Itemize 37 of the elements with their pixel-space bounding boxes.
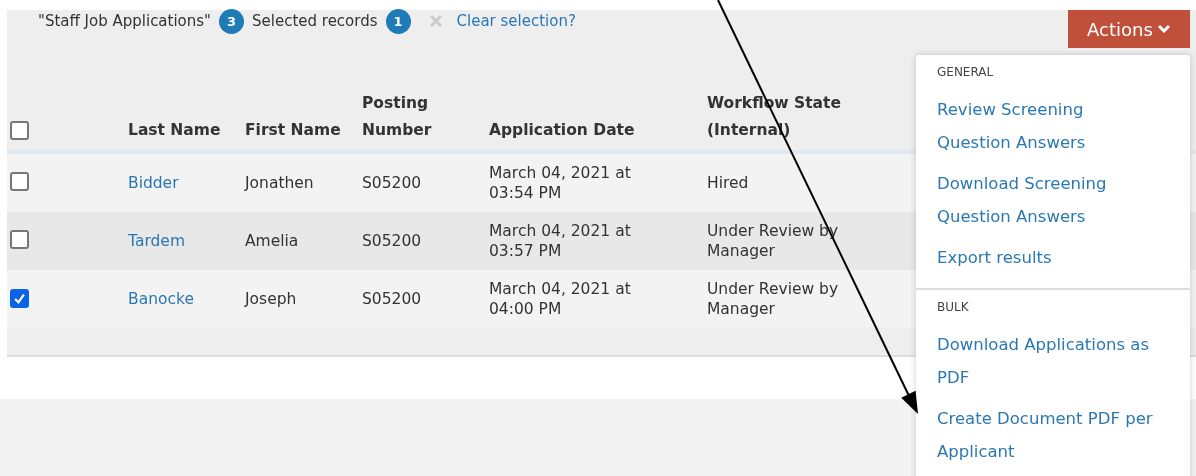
table-cell-text: S05200 bbox=[362, 173, 423, 193]
table-cell-text: Amelia bbox=[245, 231, 300, 251]
column-header[interactable]: First Name bbox=[245, 117, 362, 144]
row-checkbox[interactable] bbox=[10, 289, 29, 308]
menu-heading: BULK bbox=[937, 300, 970, 314]
table-cell-text: Joseph bbox=[245, 289, 298, 309]
menu-item[interactable]: Download Screening Question Answers bbox=[937, 167, 1155, 233]
list-name: "Staff Job Applications" bbox=[38, 12, 211, 30]
menu-item[interactable]: Create Document PDF per Applicant bbox=[937, 402, 1155, 468]
table-cell-text: Hired bbox=[707, 173, 750, 193]
table-cell-text: March 04, 2021 at 03:54 PM bbox=[489, 163, 632, 203]
last-name-link[interactable]: Tardem bbox=[128, 231, 245, 251]
actions-button[interactable]: Actions bbox=[1068, 10, 1190, 48]
menu-heading: GENERAL bbox=[937, 65, 995, 79]
menu-item[interactable]: Export results bbox=[937, 241, 1155, 274]
clear-selection-link[interactable]: Clear selection? bbox=[456, 12, 576, 30]
last-name-link[interactable]: Bidder bbox=[128, 173, 245, 193]
count-badge: 3 bbox=[219, 8, 244, 34]
column-header[interactable]: Last Name bbox=[128, 117, 245, 144]
table-cell-text: Jonathen bbox=[245, 173, 315, 193]
table-cell-text: S05200 bbox=[362, 289, 423, 309]
column-header[interactable]: Posting Number bbox=[362, 90, 489, 144]
table-cell-text: S05200 bbox=[362, 231, 423, 251]
count-badge: 1 bbox=[385, 8, 411, 34]
table-cell-text: March 04, 2021 at 04:00 PM bbox=[489, 279, 632, 319]
last-name-link[interactable]: Banocke bbox=[128, 289, 245, 309]
caret-icon bbox=[1156, 24, 1171, 34]
selected-label: Selected records bbox=[252, 12, 378, 30]
column-header[interactable]: Application Date bbox=[489, 117, 707, 144]
select-all-checkbox[interactable] bbox=[10, 121, 29, 140]
menu-item[interactable]: Download Applications as PDF bbox=[937, 328, 1155, 394]
checkmark-icon bbox=[13, 292, 26, 305]
table-cell-text: Under Review by Manager bbox=[707, 279, 840, 319]
menu-item[interactable]: Review Screening Question Answers bbox=[937, 93, 1155, 159]
row-checkbox[interactable] bbox=[10, 171, 29, 191]
row-checkbox[interactable] bbox=[10, 229, 29, 249]
table-cell-text: March 04, 2021 at 03:57 PM bbox=[489, 221, 632, 261]
